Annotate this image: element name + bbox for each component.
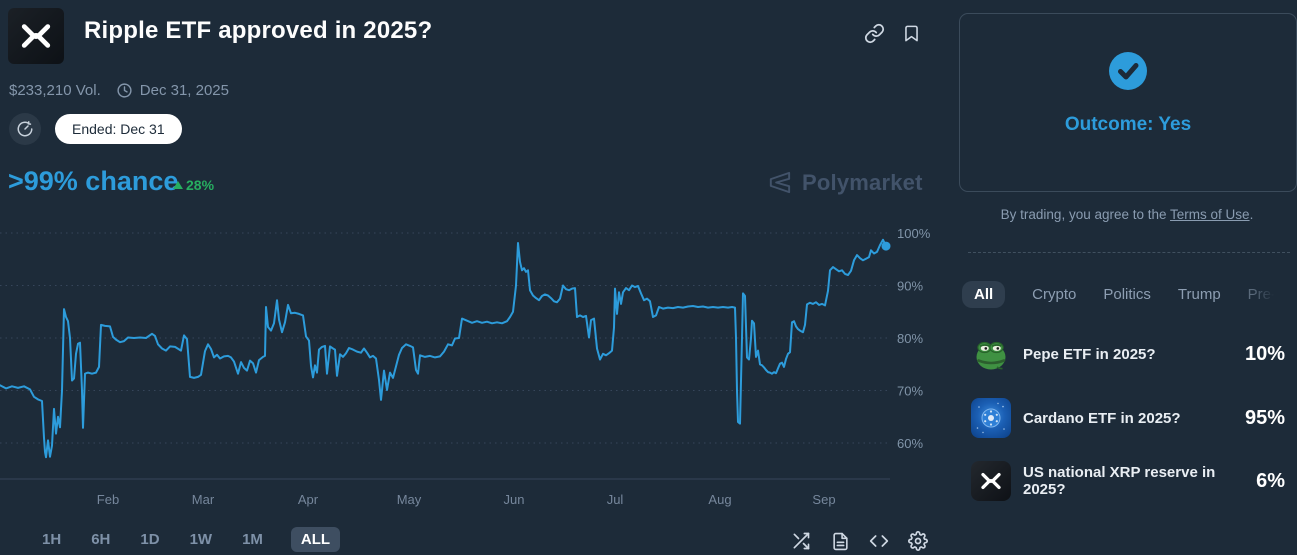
svg-text:Jun: Jun [504,492,525,507]
category-tabs: All Crypto Politics Trump Pre- [962,278,1297,310]
range-6h[interactable]: 6H [89,527,112,552]
svg-text:70%: 70% [897,384,923,399]
svg-text:Mar: Mar [192,492,215,507]
related-market-xrp-reserve[interactable]: US national XRP reserve in 2025? 6% [959,453,1297,509]
page-title: Ripple ETF approved in 2025? [84,17,433,44]
timer-icon [17,121,33,137]
svg-text:Feb: Feb [97,492,119,507]
terms-of-use-link[interactable]: Terms of Use [1170,207,1250,222]
check-circle-icon [1107,50,1149,92]
chance-value: >99% chance [8,166,179,196]
polymarket-embed: Ripple ETF approved in 2025? $233,210 Vo… [0,0,1297,555]
range-1h[interactable]: 1H [40,527,63,552]
chance-change-value: 28% [186,177,215,193]
bookmark-icon [904,25,918,41]
price-chart[interactable]: 100% 90% 80% 70% 60% Feb Mar Apr May Jun Jul Aug Sep [0,222,935,512]
svg-text:Apr: Apr [298,492,319,507]
compare-button[interactable] [789,529,813,553]
tab-trump[interactable]: Trump [1178,286,1221,303]
embed-code-icon [869,535,889,547]
pepe-frog-icon [971,334,1011,374]
terms-prefix: By trading, you agree to the [1000,207,1171,222]
related-market-title: US national XRP reserve in 2025? [1023,464,1216,498]
chance-change-badge: 28% [173,177,214,193]
tab-pre[interactable]: Pre- [1248,286,1276,303]
related-market-chance: 95% [1244,406,1285,429]
embed-button[interactable] [867,529,891,553]
clock-icon [116,82,133,99]
polymarket-logo-icon [769,171,791,194]
settings-gear-icon [908,531,928,551]
related-market-cardano[interactable]: Cardano ETF in 2025? 95% [959,390,1297,446]
copy-link-button[interactable] [862,21,886,45]
svg-text:Jul: Jul [607,492,624,507]
outcome-card: Outcome: Yes [959,13,1297,192]
bookmark-button[interactable] [899,21,923,45]
price-chart-svg: 100% 90% 80% 70% 60% Feb Mar Apr May Jun Jul Aug Sep [0,226,931,507]
xrp-icon [971,461,1011,501]
related-market-title: Pepe ETF in 2025? [1023,345,1156,363]
polymarket-watermark-text: Polymarket [802,169,923,195]
ended-status-pill[interactable]: Ended: Dec 31 [55,114,182,144]
cardano-icon [971,398,1011,438]
range-all[interactable]: ALL [290,527,341,552]
related-market-title: Cardano ETF in 2025? [1023,409,1181,427]
tab-politics[interactable]: Politics [1103,286,1151,303]
dashed-divider [968,252,1290,253]
svg-text:80%: 80% [897,331,923,346]
range-1m[interactable]: 1M [240,527,265,552]
end-date-label: Dec 31, 2025 [139,82,229,99]
related-market-chance: 6% [1256,469,1285,492]
terms-notice: By trading, you agree to the Terms of Us… [959,207,1295,222]
tab-crypto[interactable]: Crypto [1032,286,1076,303]
svg-text:60%: 60% [897,436,923,451]
polymarket-watermark-link[interactable]: Polymarket [766,169,923,196]
volume-label: $233,210 Vol. [9,82,101,99]
svg-text:90%: 90% [897,279,923,294]
tab-all[interactable]: All [962,280,1006,308]
svg-text:May: May [397,492,422,507]
time-range-selector: 1H 6H 1D 1W 1M ALL [40,527,341,552]
link-icon [864,23,884,43]
xrp-market-logo [8,8,64,64]
svg-text:Sep: Sep [812,492,835,507]
svg-text:100%: 100% [897,226,931,241]
outcome-result: Outcome: Yes [1064,114,1192,135]
settings-button[interactable] [906,529,930,553]
rules-button[interactable] [828,529,852,553]
range-1d[interactable]: 1D [138,527,161,552]
related-market-chance: 10% [1244,342,1285,365]
file-text-icon [832,532,848,550]
related-market-pepe[interactable]: Pepe ETF in 2025? 10% [959,326,1297,382]
arrow-up-icon [173,181,183,189]
terms-suffix: . [1249,207,1254,222]
range-1w[interactable]: 1W [188,527,215,552]
svg-text:Aug: Aug [708,492,731,507]
timeline-button[interactable] [9,113,41,145]
shuffle-icon [793,532,810,550]
xrp-icon [21,24,51,48]
